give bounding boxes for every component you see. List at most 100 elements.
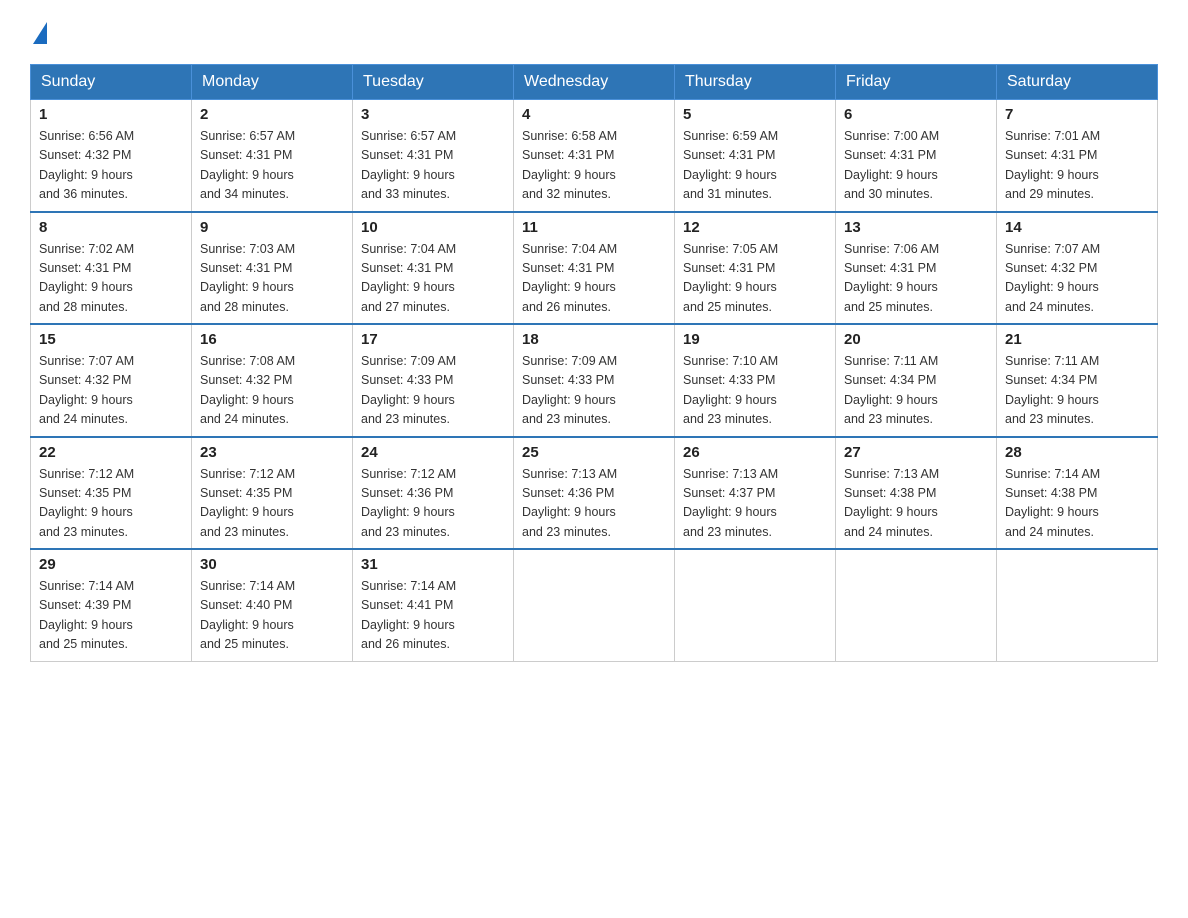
calendar-day-cell: 2 Sunrise: 6:57 AMSunset: 4:31 PMDaylight… — [192, 100, 353, 212]
day-number: 18 — [522, 331, 666, 348]
day-number: 6 — [844, 106, 988, 123]
day-number: 20 — [844, 331, 988, 348]
day-info: Sunrise: 7:00 AMSunset: 4:31 PMDaylight:… — [844, 127, 988, 205]
calendar-day-cell: 4 Sunrise: 6:58 AMSunset: 4:31 PMDaylight… — [514, 100, 675, 212]
day-info: Sunrise: 7:07 AMSunset: 4:32 PMDaylight:… — [39, 352, 183, 430]
day-number: 24 — [361, 444, 505, 461]
day-of-week-header: Sunday — [31, 65, 192, 100]
day-info: Sunrise: 7:14 AMSunset: 4:39 PMDaylight:… — [39, 577, 183, 655]
day-info: Sunrise: 7:11 AMSunset: 4:34 PMDaylight:… — [844, 352, 988, 430]
day-info: Sunrise: 7:13 AMSunset: 4:37 PMDaylight:… — [683, 465, 827, 543]
day-number: 17 — [361, 331, 505, 348]
calendar-header-row: SundayMondayTuesdayWednesdayThursdayFrid… — [31, 65, 1158, 100]
calendar-day-cell: 19 Sunrise: 7:10 AMSunset: 4:33 PMDayligh… — [675, 324, 836, 437]
day-number: 2 — [200, 106, 344, 123]
day-number: 30 — [200, 556, 344, 573]
day-info: Sunrise: 7:09 AMSunset: 4:33 PMDaylight:… — [522, 352, 666, 430]
day-number: 22 — [39, 444, 183, 461]
calendar-day-cell: 11Sunrise: 7:04 AMSunset: 4:31 PMDayligh… — [514, 212, 675, 325]
day-info: Sunrise: 7:01 AMSunset: 4:31 PMDaylight:… — [1005, 127, 1149, 205]
day-info: Sunrise: 7:04 AMSunset: 4:31 PMDaylight:… — [361, 240, 505, 318]
calendar-day-cell — [514, 549, 675, 661]
calendar-day-cell: 30 Sunrise: 7:14 AMSunset: 4:40 PMDayligh… — [192, 549, 353, 661]
day-number: 12 — [683, 219, 827, 236]
day-number: 3 — [361, 106, 505, 123]
day-info: Sunrise: 7:13 AMSunset: 4:36 PMDaylight:… — [522, 465, 666, 543]
day-info: Sunrise: 6:59 AMSunset: 4:31 PMDaylight:… — [683, 127, 827, 205]
day-number: 21 — [1005, 331, 1149, 348]
day-info: Sunrise: 7:14 AMSunset: 4:41 PMDaylight:… — [361, 577, 505, 655]
day-number: 14 — [1005, 219, 1149, 236]
day-info: Sunrise: 7:14 AMSunset: 4:40 PMDaylight:… — [200, 577, 344, 655]
day-info: Sunrise: 7:11 AMSunset: 4:34 PMDaylight:… — [1005, 352, 1149, 430]
day-info: Sunrise: 7:03 AMSunset: 4:31 PMDaylight:… — [200, 240, 344, 318]
day-number: 9 — [200, 219, 344, 236]
day-info: Sunrise: 7:04 AMSunset: 4:31 PMDaylight:… — [522, 240, 666, 318]
calendar-day-cell: 14 Sunrise: 7:07 AMSunset: 4:32 PMDayligh… — [997, 212, 1158, 325]
calendar-week-row: 29 Sunrise: 7:14 AMSunset: 4:39 PMDayligh… — [31, 549, 1158, 661]
day-number: 15 — [39, 331, 183, 348]
calendar-week-row: 1 Sunrise: 6:56 AMSunset: 4:32 PMDaylight… — [31, 100, 1158, 212]
calendar-day-cell — [836, 549, 997, 661]
day-number: 4 — [522, 106, 666, 123]
day-of-week-header: Friday — [836, 65, 997, 100]
calendar-day-cell: 29 Sunrise: 7:14 AMSunset: 4:39 PMDayligh… — [31, 549, 192, 661]
calendar-day-cell: 20 Sunrise: 7:11 AMSunset: 4:34 PMDayligh… — [836, 324, 997, 437]
day-of-week-header: Thursday — [675, 65, 836, 100]
day-number: 5 — [683, 106, 827, 123]
calendar-day-cell: 24 Sunrise: 7:12 AMSunset: 4:36 PMDayligh… — [353, 437, 514, 550]
calendar-day-cell: 21 Sunrise: 7:11 AMSunset: 4:34 PMDayligh… — [997, 324, 1158, 437]
day-info: Sunrise: 7:12 AMSunset: 4:35 PMDaylight:… — [200, 465, 344, 543]
day-info: Sunrise: 6:58 AMSunset: 4:31 PMDaylight:… — [522, 127, 666, 205]
logo — [30, 20, 47, 44]
calendar-day-cell: 1 Sunrise: 6:56 AMSunset: 4:32 PMDaylight… — [31, 100, 192, 212]
calendar-week-row: 22 Sunrise: 7:12 AMSunset: 4:35 PMDayligh… — [31, 437, 1158, 550]
day-info: Sunrise: 7:05 AMSunset: 4:31 PMDaylight:… — [683, 240, 827, 318]
day-number: 13 — [844, 219, 988, 236]
calendar-day-cell: 31 Sunrise: 7:14 AMSunset: 4:41 PMDayligh… — [353, 549, 514, 661]
calendar-day-cell: 12 Sunrise: 7:05 AMSunset: 4:31 PMDayligh… — [675, 212, 836, 325]
day-info: Sunrise: 6:57 AMSunset: 4:31 PMDaylight:… — [200, 127, 344, 205]
day-info: Sunrise: 7:13 AMSunset: 4:38 PMDaylight:… — [844, 465, 988, 543]
day-number: 31 — [361, 556, 505, 573]
day-number: 7 — [1005, 106, 1149, 123]
day-info: Sunrise: 7:12 AMSunset: 4:35 PMDaylight:… — [39, 465, 183, 543]
day-number: 25 — [522, 444, 666, 461]
day-info: Sunrise: 7:07 AMSunset: 4:32 PMDaylight:… — [1005, 240, 1149, 318]
day-info: Sunrise: 7:09 AMSunset: 4:33 PMDaylight:… — [361, 352, 505, 430]
day-info: Sunrise: 7:10 AMSunset: 4:33 PMDaylight:… — [683, 352, 827, 430]
calendar-day-cell: 27Sunrise: 7:13 AMSunset: 4:38 PMDayligh… — [836, 437, 997, 550]
day-info: Sunrise: 7:08 AMSunset: 4:32 PMDaylight:… — [200, 352, 344, 430]
calendar-table: SundayMondayTuesdayWednesdayThursdayFrid… — [30, 64, 1158, 662]
day-info: Sunrise: 7:12 AMSunset: 4:36 PMDaylight:… — [361, 465, 505, 543]
page-header — [30, 20, 1158, 44]
calendar-day-cell: 5 Sunrise: 6:59 AMSunset: 4:31 PMDaylight… — [675, 100, 836, 212]
day-info: Sunrise: 6:57 AMSunset: 4:31 PMDaylight:… — [361, 127, 505, 205]
day-info: Sunrise: 7:06 AMSunset: 4:31 PMDaylight:… — [844, 240, 988, 318]
day-number: 8 — [39, 219, 183, 236]
day-number: 19 — [683, 331, 827, 348]
day-of-week-header: Monday — [192, 65, 353, 100]
calendar-day-cell: 6 Sunrise: 7:00 AMSunset: 4:31 PMDaylight… — [836, 100, 997, 212]
day-number: 16 — [200, 331, 344, 348]
calendar-day-cell: 18 Sunrise: 7:09 AMSunset: 4:33 PMDayligh… — [514, 324, 675, 437]
calendar-day-cell: 23 Sunrise: 7:12 AMSunset: 4:35 PMDayligh… — [192, 437, 353, 550]
day-number: 23 — [200, 444, 344, 461]
calendar-day-cell — [675, 549, 836, 661]
logo-triangle-icon — [33, 22, 47, 44]
day-number: 10 — [361, 219, 505, 236]
day-info: Sunrise: 7:14 AMSunset: 4:38 PMDaylight:… — [1005, 465, 1149, 543]
calendar-week-row: 15 Sunrise: 7:07 AMSunset: 4:32 PMDayligh… — [31, 324, 1158, 437]
calendar-day-cell: 7 Sunrise: 7:01 AMSunset: 4:31 PMDaylight… — [997, 100, 1158, 212]
calendar-day-cell: 3 Sunrise: 6:57 AMSunset: 4:31 PMDaylight… — [353, 100, 514, 212]
day-number: 26 — [683, 444, 827, 461]
calendar-day-cell: 13 Sunrise: 7:06 AMSunset: 4:31 PMDayligh… — [836, 212, 997, 325]
day-number: 1 — [39, 106, 183, 123]
calendar-day-cell: 26 Sunrise: 7:13 AMSunset: 4:37 PMDayligh… — [675, 437, 836, 550]
day-info: Sunrise: 6:56 AMSunset: 4:32 PMDaylight:… — [39, 127, 183, 205]
calendar-day-cell: 15 Sunrise: 7:07 AMSunset: 4:32 PMDayligh… — [31, 324, 192, 437]
day-number: 29 — [39, 556, 183, 573]
calendar-day-cell: 9 Sunrise: 7:03 AMSunset: 4:31 PMDaylight… — [192, 212, 353, 325]
calendar-day-cell: 25 Sunrise: 7:13 AMSunset: 4:36 PMDayligh… — [514, 437, 675, 550]
day-number: 28 — [1005, 444, 1149, 461]
